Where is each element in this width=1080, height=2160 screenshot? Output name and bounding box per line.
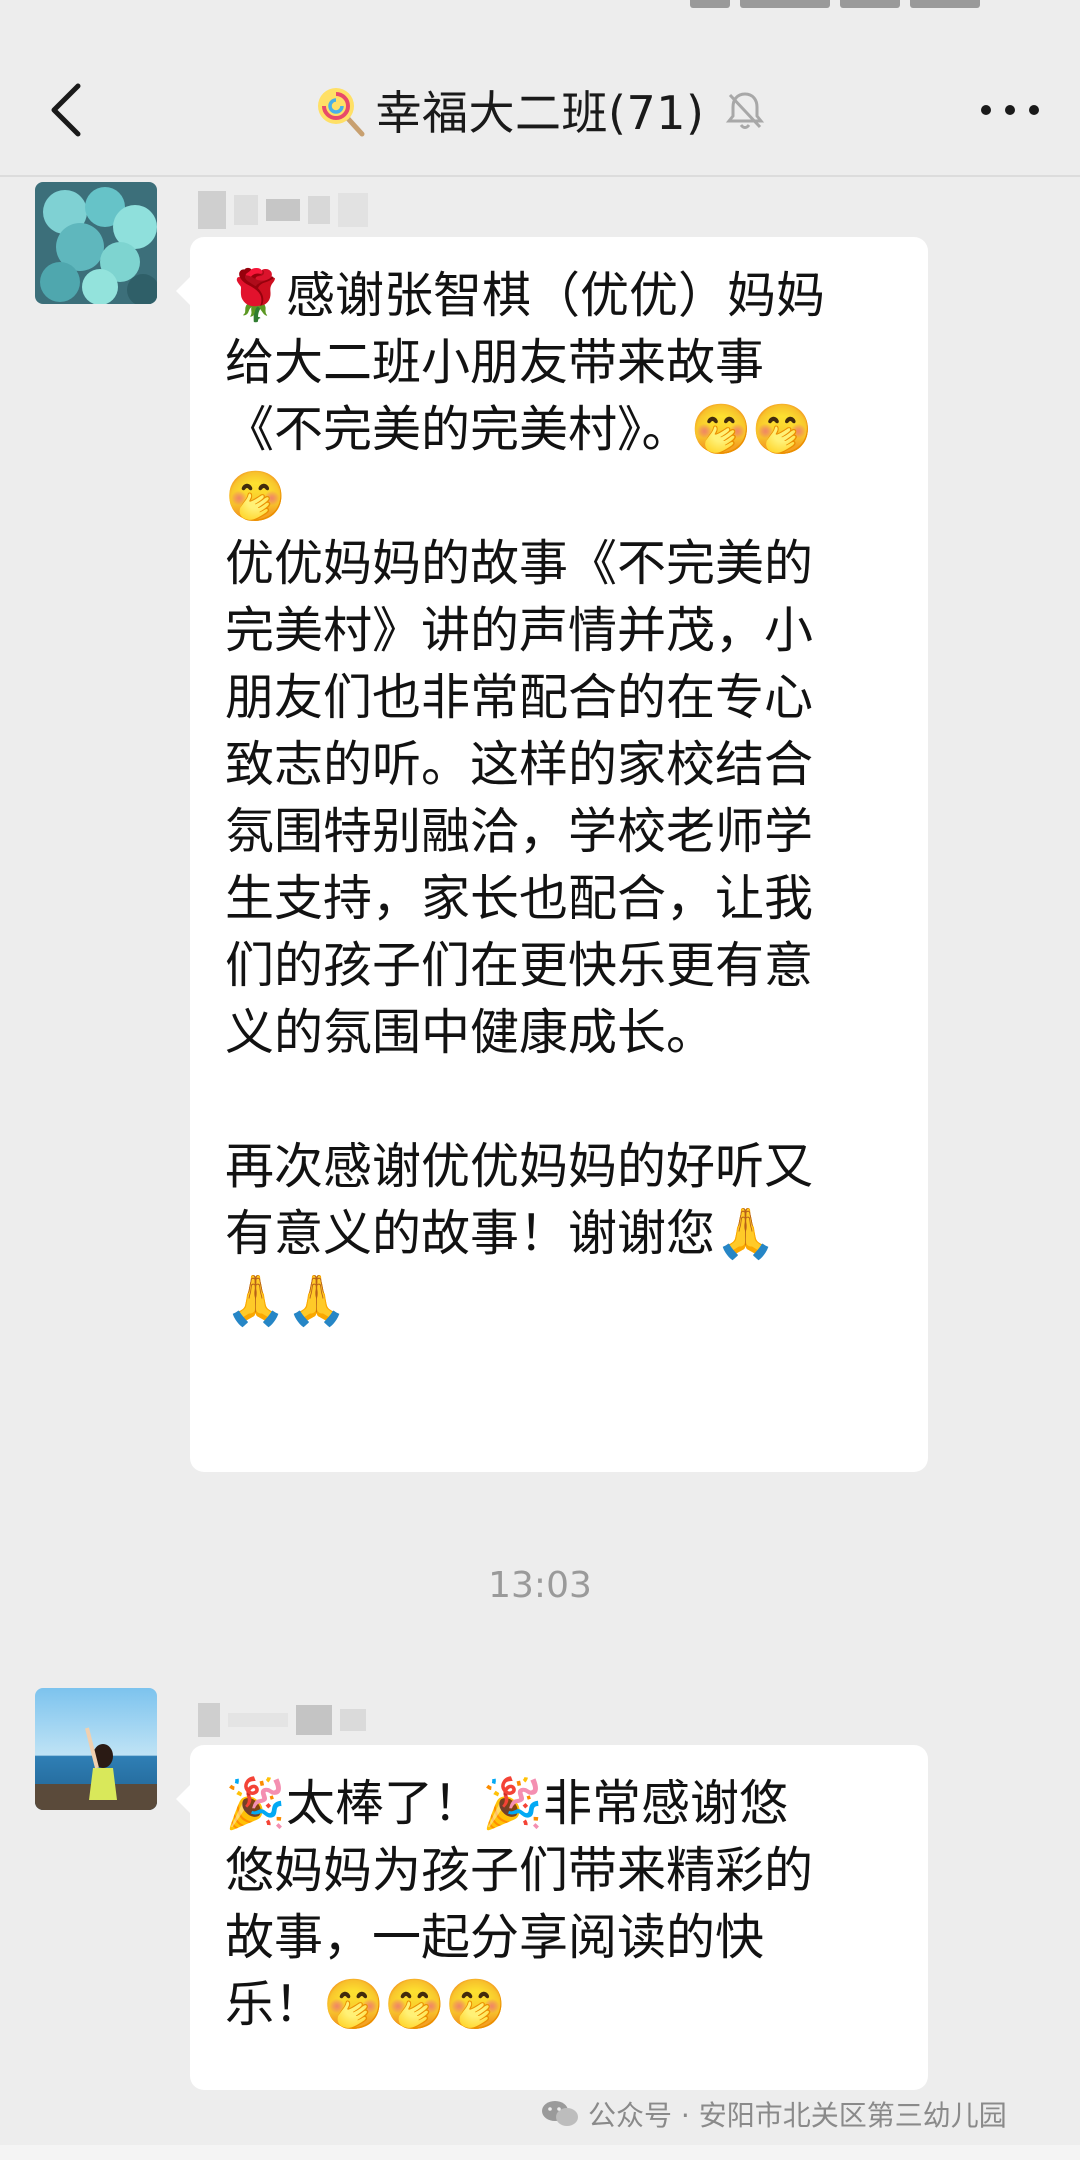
message-line: [225, 1066, 908, 1133]
bell-off-icon: [726, 92, 765, 129]
message-line: 给大二班小朋友带来故事: [225, 334, 765, 391]
sender-name-blurred: [198, 190, 368, 230]
message-line: 氛围特别融洽，学校老师学: [225, 803, 814, 860]
lollipop-icon: [317, 88, 365, 137]
message-timestamp: 13:03: [488, 1565, 592, 1606]
avatar[interactable]: [35, 1688, 157, 1810]
flower-bouquet-avatar: [35, 182, 157, 304]
message-line: 们的孩子们在更快乐更有意: [225, 937, 814, 994]
chevron-left-icon[interactable]: [40, 78, 96, 142]
message-line: 🙏🙏: [225, 1272, 348, 1329]
message-line: 🎉太棒了！🎉非常感谢悠: [225, 1775, 789, 1832]
message-line: 完美村》讲的声情并茂，小: [225, 602, 814, 659]
avatar[interactable]: [35, 182, 157, 304]
message-line: 🤭: [225, 468, 287, 525]
wechat-icon: [542, 2101, 578, 2126]
more-dots-icon[interactable]: [972, 80, 1048, 140]
status-bar: [690, 0, 1010, 14]
message-line: 🌹感谢张智棋（优优）妈妈: [225, 267, 826, 324]
message-line: 生支持，家长也配合，让我: [225, 870, 814, 927]
message-line: 优优妈妈的故事《不完美的: [225, 535, 814, 592]
message-line: 致志的听。这样的家校结合: [225, 736, 814, 793]
message-bubble[interactable]: 🌹感谢张智棋（优优）妈妈 给大二班小朋友带来故事 《不完美的完美村》。🤭🤭 🤭 …: [176, 237, 928, 1472]
message-line: 悠妈妈为孩子们带来精彩的: [225, 1842, 814, 1899]
message-line: 义的氛围中健康成长。: [225, 1004, 716, 1061]
message-line: 乐！🤭🤭🤭: [225, 1976, 507, 2033]
watermark: 公众号 · 安阳市北关区第三幼儿园: [540, 2092, 1060, 2136]
message-line: 《不完美的完美村》。🤭🤭: [225, 401, 813, 458]
header-divider: [0, 175, 1080, 177]
input-bar-edge: [0, 2145, 1080, 2160]
chat-title-group[interactable]: 幸福大二班(71): [312, 77, 769, 143]
chat-title: 幸福大二班(71): [375, 86, 705, 140]
chat-header: 幸福大二班(71): [0, 50, 1080, 170]
message-line: 朋友们也非常配合的在专心: [225, 669, 814, 726]
message-line: 再次感谢优优妈妈的好听又: [225, 1138, 814, 1195]
message-bubble[interactable]: 🎉太棒了！🎉非常感谢悠 悠妈妈为孩子们带来精彩的 故事，一起分享阅读的快 乐！🤭…: [176, 1745, 928, 2090]
message-line: 故事，一起分享阅读的快: [225, 1909, 765, 1966]
watermark-text: 公众号 · 安阳市北关区第三幼儿园: [588, 2099, 1007, 2132]
message-line: 有意义的故事！谢谢您🙏: [225, 1205, 777, 1262]
sender-name-blurred: [198, 1700, 366, 1740]
girl-by-sea-avatar: [35, 1688, 157, 1810]
